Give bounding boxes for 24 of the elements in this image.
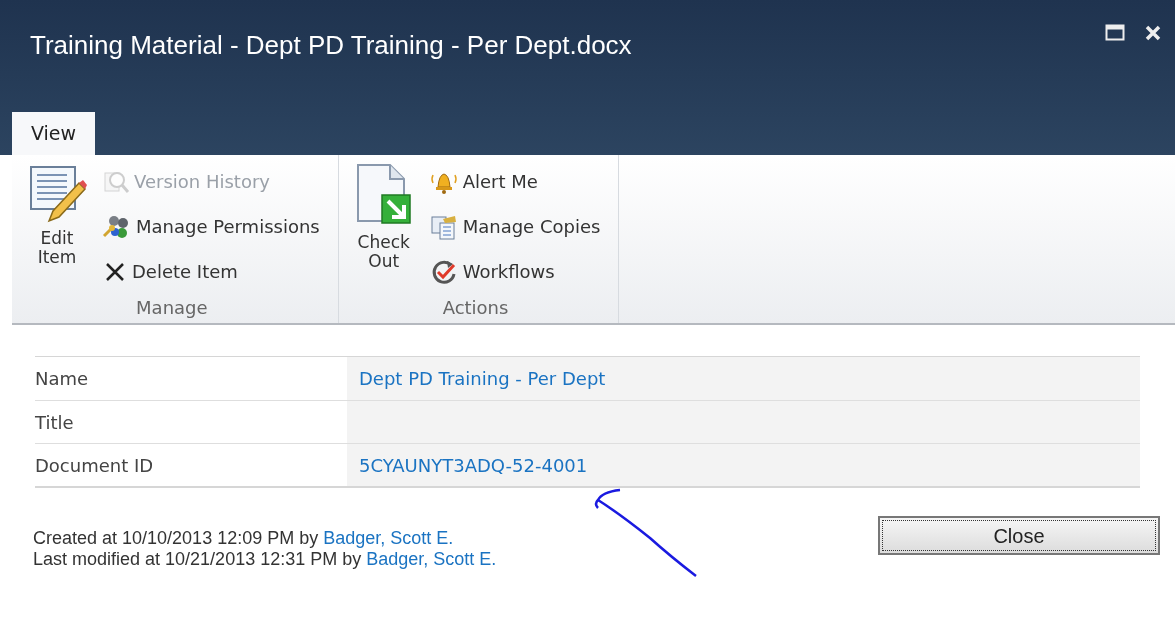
user-link[interactable]: Badger, Scott E. — [366, 549, 497, 569]
user-link[interactable]: Badger, Scott E. — [323, 528, 454, 548]
ribbon-button[interactable]: Workflows — [428, 249, 601, 294]
ribbon-button[interactable]: Delete Item — [102, 249, 320, 294]
field-link[interactable]: 5CYAUNYT3ADQ-52-4001 — [359, 451, 588, 479]
ribbon-button[interactable]: Manage Permissions — [102, 204, 320, 249]
field-label: Name — [35, 367, 90, 391]
group-label: Manage — [135, 296, 209, 320]
close-button[interactable]: Close — [878, 516, 1160, 555]
ribbon-button[interactable]: Alert Me — [428, 159, 601, 204]
field-link[interactable]: Dept PD Training - Per Dept — [359, 365, 606, 392]
ribbon-button[interactable]: Manage Copies — [428, 204, 601, 249]
ribbon-tab[interactable]: View — [12, 112, 96, 155]
maximize-icon[interactable] — [1105, 24, 1125, 41]
field-label: Title — [35, 410, 75, 435]
group-label: Actions — [441, 296, 510, 320]
audit-line: Created at 10/10/2013 12:09 PM by Badger, Scott E. — [33, 528, 455, 549]
close-icon[interactable] — [1145, 24, 1161, 41]
ribbon-large-button[interactable]: Check Out — [350, 159, 417, 294]
field-label: Document ID — [35, 453, 155, 478]
window-title: Training Material - Dept PD Training - Per Dept.docx — [30, 29, 632, 62]
audit-line: Last modified at 10/21/2013 12:31 PM by Badger, Scott E. — [33, 549, 497, 570]
document-pencil-icon — [27, 163, 87, 225]
ribbon-large-button[interactable]: Edit Item — [24, 159, 90, 294]
